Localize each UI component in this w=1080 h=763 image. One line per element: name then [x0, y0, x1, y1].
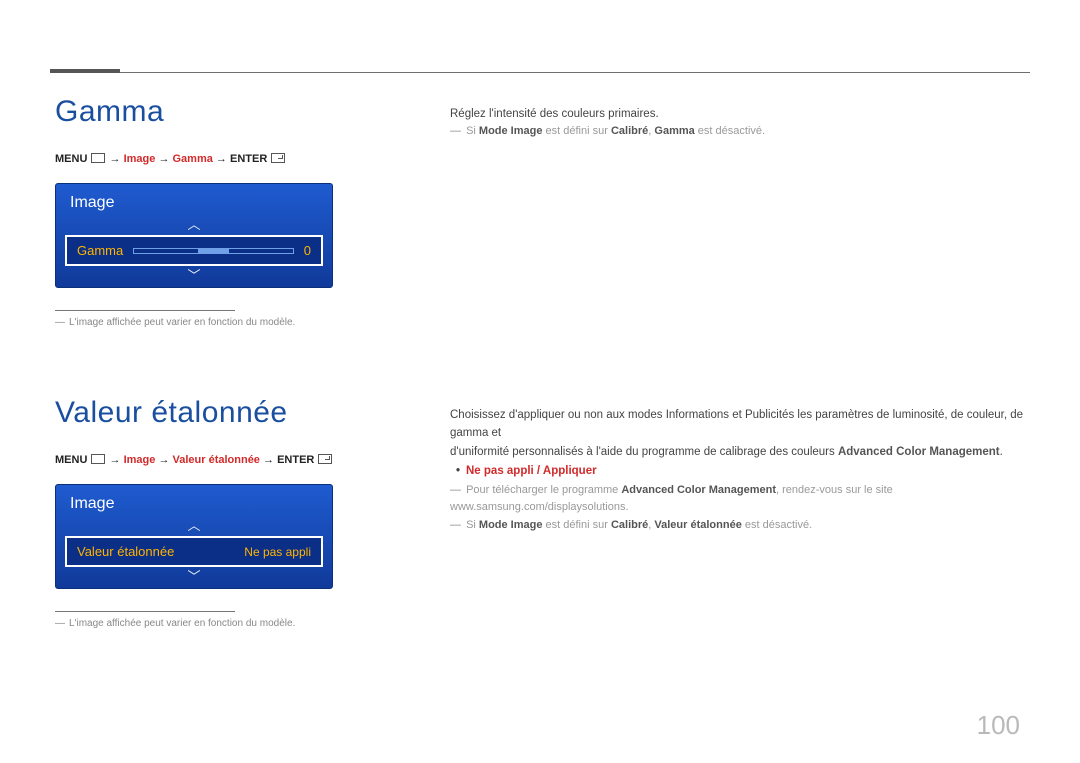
footnote-text: L'image affichée peut varier en fonction…: [69, 618, 295, 629]
menu-icon: [91, 153, 105, 163]
arrow-icon: →: [110, 454, 124, 466]
options-bullet: • Ne pas appli / Appliquer: [450, 461, 1025, 482]
footnote: ― L'image affichée peut varier en fonctio…: [55, 618, 450, 629]
note-seg: est désactivé.: [742, 519, 812, 531]
path-enter: ENTER: [230, 153, 267, 165]
path-enter: ENTER: [277, 454, 314, 466]
note-bold: Calibré: [611, 519, 648, 531]
footnote-rule: [55, 611, 235, 612]
section-title: Valeur étalonnée: [55, 396, 450, 430]
valeur-left-col: Valeur étalonnée MENU → Image → Valeur é…: [55, 396, 450, 629]
arrow-icon: →: [216, 153, 230, 165]
options-text: Ne pas appli / Appliquer: [466, 461, 597, 482]
path-menu: MENU: [55, 153, 87, 165]
note-bold: Gamma: [654, 125, 694, 137]
arrow-icon: →: [158, 454, 172, 466]
osd-widget-valeur: Image ︿ Valeur étalonnée Ne pas appli ﹀: [55, 484, 333, 589]
osd-item-label: Valeur étalonnée: [77, 544, 174, 559]
chevron-down-icon[interactable]: ﹀: [56, 269, 332, 283]
desc-note-disabled: ― Si Mode Image est défini sur Calibré, …: [450, 517, 1025, 535]
desc-bold: Advanced Color Management: [838, 446, 1000, 458]
arrow-icon: →: [110, 153, 124, 165]
desc-line1b: d'uniformité personnalisés à l'aide du p…: [450, 443, 1025, 461]
path-image: Image: [124, 153, 156, 165]
desc-seg: d'uniformité personnalisés à l'aide du p…: [450, 446, 838, 458]
desc-seg: .: [1000, 446, 1003, 458]
dash-icon: ―: [450, 125, 461, 137]
note-bold: Mode Image: [479, 125, 543, 137]
footnote-text: L'image affichée peut varier en fonction…: [69, 317, 295, 328]
enter-icon: [318, 454, 332, 464]
osd-item-row[interactable]: Valeur étalonnée Ne pas appli: [65, 536, 323, 567]
slider-fill: [198, 249, 230, 253]
enter-icon: [271, 153, 285, 163]
gamma-left-col: Gamma MENU → Image → Gamma → ENTER Image…: [55, 95, 450, 328]
note-seg: Si: [466, 519, 479, 531]
note-seg: est désactivé.: [695, 125, 765, 137]
osd-item-value: 0: [304, 243, 311, 258]
osd-item-value: Ne pas appli: [244, 545, 311, 559]
top-horizontal-rule: [50, 72, 1030, 73]
path-image: Image: [124, 454, 156, 466]
chevron-up-icon[interactable]: ︿: [56, 519, 332, 533]
note-seg: est défini sur: [542, 519, 610, 531]
gamma-slider[interactable]: [133, 248, 294, 254]
path-item: Valeur étalonnée: [173, 454, 260, 466]
note-seg: Pour télécharger le programme: [466, 484, 621, 496]
menu-path: MENU → Image → Gamma → ENTER: [55, 153, 450, 165]
osd-item-row[interactable]: Gamma 0: [65, 235, 323, 266]
section-gamma: Gamma MENU → Image → Gamma → ENTER Image…: [55, 95, 1025, 328]
note-bold: Advanced Color Management: [621, 484, 776, 496]
note-bold: Mode Image: [479, 519, 543, 531]
page-content: Gamma MENU → Image → Gamma → ENTER Image…: [55, 95, 1025, 763]
section-title: Gamma: [55, 95, 450, 129]
chevron-up-icon[interactable]: ︿: [56, 218, 332, 232]
menu-path: MENU → Image → Valeur étalonnée → ENTER: [55, 454, 450, 466]
dash-icon: ―: [55, 317, 65, 328]
bullet-icon: •: [450, 461, 466, 482]
note-bold: Valeur étalonnée: [654, 519, 741, 531]
desc-intro: Réglez l'intensité des couleurs primaire…: [450, 105, 1025, 123]
dash-icon: ―: [450, 519, 461, 531]
arrow-icon: →: [158, 153, 172, 165]
osd-item-label: Gamma: [77, 243, 123, 258]
footnote: ― L'image affichée peut varier en fonctio…: [55, 317, 450, 328]
note-bold: Calibré: [611, 125, 648, 137]
menu-icon: [91, 454, 105, 464]
gamma-description: Réglez l'intensité des couleurs primaire…: [450, 95, 1025, 328]
arrow-icon: →: [263, 454, 277, 466]
osd-title: Image: [56, 184, 332, 218]
desc-note-download: ― Pour télécharger le programme Advanced…: [450, 482, 1025, 517]
dash-icon: ―: [450, 484, 461, 496]
chevron-down-icon[interactable]: ﹀: [56, 570, 332, 584]
note-seg: est défini sur: [542, 125, 610, 137]
footnote-rule: [55, 310, 235, 311]
osd-widget-gamma: Image ︿ Gamma 0 ﹀: [55, 183, 333, 288]
dash-icon: ―: [55, 618, 65, 629]
top-thick-rule: [50, 69, 120, 73]
desc-note: ― Si Mode Image est défini sur Calibré, …: [450, 123, 1025, 141]
path-menu: MENU: [55, 454, 87, 466]
page-number: 100: [977, 710, 1020, 741]
osd-title: Image: [56, 485, 332, 519]
valeur-description: Choisissez d'appliquer ou non aux modes …: [450, 396, 1025, 629]
path-item: Gamma: [173, 153, 213, 165]
section-valeur-etalonnee: Valeur étalonnée MENU → Image → Valeur é…: [55, 396, 1025, 629]
note-seg: Si: [466, 125, 479, 137]
desc-line1a: Choisissez d'appliquer ou non aux modes …: [450, 406, 1025, 443]
